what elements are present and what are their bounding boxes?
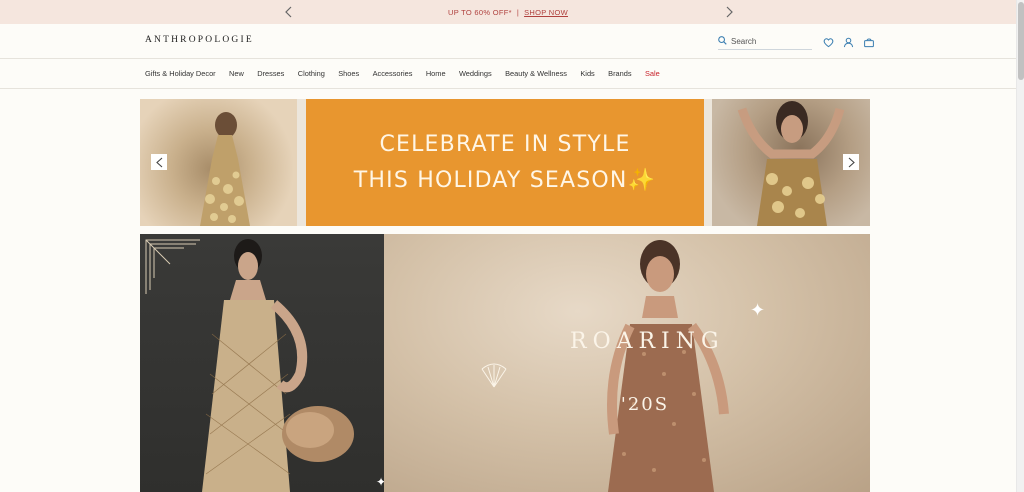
nav-item-new[interactable]: New — [229, 69, 244, 78]
main-nav: Gifts & Holiday Decor New Dresses Clothi… — [0, 59, 1016, 89]
svg-text:✦: ✦ — [376, 475, 384, 489]
hero-headline-line1: CELEBRATE IN STYLE — [379, 131, 631, 157]
carousel-prev-button[interactable] — [151, 154, 167, 170]
hero-headline-line2: THIS HOLIDAY SEASON — [353, 167, 628, 193]
heart-icon — [823, 35, 835, 48]
nav-item-sale[interactable]: Sale — [645, 69, 660, 78]
nav-item-gifts-holiday-decor[interactable]: Gifts & Holiday Decor — [145, 69, 216, 78]
search-input[interactable] — [731, 36, 809, 46]
chevron-right-icon — [848, 157, 855, 167]
scrollbar-thumb[interactable] — [1018, 2, 1024, 80]
sparkle-icon: ✨ — [627, 167, 657, 193]
logo[interactable]: ANTHROPOLOGIE — [145, 35, 254, 45]
roaring-word: ROARING — [570, 329, 725, 354]
hero-carousel[interactable]: CELEBRATE IN STYLE THIS HOLIDAY SEASON✨ — [140, 99, 870, 226]
bag-icon — [863, 35, 875, 48]
nav-item-beauty-wellness[interactable]: Beauty & Wellness — [505, 69, 567, 78]
nav-item-dresses[interactable]: Dresses — [257, 69, 284, 78]
nav-item-shoes[interactable]: Shoes — [338, 69, 359, 78]
roaring-year: '20S — [620, 394, 670, 415]
promo-prev-chevron-icon[interactable] — [282, 5, 296, 19]
nav-item-accessories[interactable]: Accessories — [373, 69, 413, 78]
shop-now-link[interactable]: SHOP NOW — [524, 8, 568, 17]
nav-item-home[interactable]: Home — [426, 69, 446, 78]
site-header: ANTHROPOLOGIE — [0, 24, 1016, 59]
hero-headline-line2-wrap: THIS HOLIDAY SEASON✨ — [354, 163, 656, 199]
basket-button[interactable] — [863, 35, 875, 48]
chevron-left-icon — [155, 157, 162, 167]
roaring-title: ROARING '20S — [570, 329, 720, 415]
nav-item-kids[interactable]: Kids — [580, 69, 594, 78]
roaring-20s-banner[interactable]: ✦ ✦ ROARING '20S — [140, 234, 870, 492]
svg-text:✦: ✦ — [750, 300, 765, 321]
promo-bar: UP TO 60% OFF* | SHOP NOW — [0, 0, 1016, 24]
user-icon — [843, 35, 855, 48]
account-button[interactable] — [843, 35, 855, 48]
wishlist-button[interactable] — [823, 35, 835, 48]
search-box[interactable] — [718, 33, 812, 50]
nav-item-brands[interactable]: Brands — [608, 69, 631, 78]
hero-text-panel[interactable]: CELEBRATE IN STYLE THIS HOLIDAY SEASON✨ — [306, 99, 704, 226]
promo-separator: | — [516, 7, 520, 17]
carousel-next-button[interactable] — [843, 154, 859, 170]
page-scrollbar[interactable] — [1016, 0, 1024, 492]
promo-next-chevron-icon[interactable] — [722, 5, 736, 19]
promo-text: UP TO 60% OFF* — [448, 7, 512, 17]
search-icon — [718, 32, 727, 50]
nav-item-clothing[interactable]: Clothing — [298, 69, 325, 78]
roaring-image-left: ✦ — [140, 234, 386, 492]
nav-item-weddings[interactable]: Weddings — [459, 69, 492, 78]
